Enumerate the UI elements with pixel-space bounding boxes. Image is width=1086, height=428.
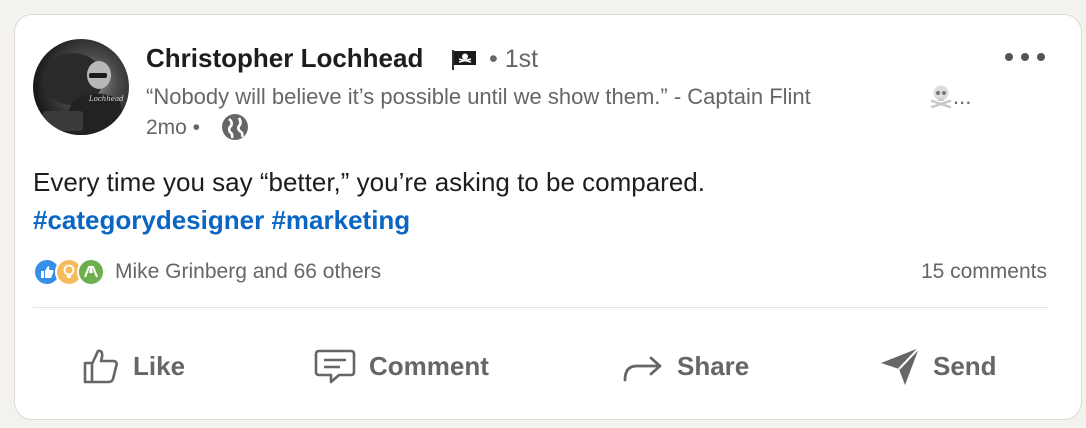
- skull-crossbones-icon: [930, 85, 952, 108]
- connection-degree: • 1st: [489, 45, 539, 73]
- globe-icon: [222, 114, 248, 140]
- reactions-summary[interactable]: Mike Grinberg and 66 others: [33, 257, 381, 287]
- more-options-button[interactable]: [1001, 45, 1049, 69]
- send-label: Send: [933, 350, 997, 381]
- hashtag-link[interactable]: #marketing: [271, 205, 410, 235]
- share-label: Share: [677, 350, 750, 381]
- headline-ellipsis: ...: [953, 84, 972, 109]
- post-time: 2mo •: [146, 116, 201, 139]
- send-icon: [881, 347, 920, 385]
- celebrate-reaction-icon: [77, 258, 105, 286]
- send-button[interactable]: Send: [879, 341, 997, 391]
- comment-icon: [314, 349, 356, 384]
- share-arrow-icon: [623, 356, 662, 382]
- pirate-flag-icon: [452, 50, 476, 70]
- like-button[interactable]: Like: [81, 341, 185, 391]
- comments-count[interactable]: 15 comments: [921, 260, 1047, 284]
- author-avatar[interactable]: Lochhead: [33, 39, 129, 135]
- share-button[interactable]: Share: [621, 341, 749, 391]
- comment-label: Comment: [369, 350, 489, 381]
- hashtag-link[interactable]: #categorydesigner: [33, 205, 264, 235]
- divider: [33, 307, 1048, 308]
- author-headline: “Nobody will believe it’s possible until…: [146, 84, 811, 109]
- post-hashtags: #categorydesigner #marketing: [33, 205, 410, 236]
- author-name[interactable]: Christopher Lochhead: [146, 43, 423, 74]
- svg-text:Lochhead: Lochhead: [88, 95, 124, 103]
- thumbs-up-icon: [83, 349, 118, 384]
- comment-button[interactable]: Comment: [313, 341, 489, 391]
- more-horizontal-icon: [1005, 53, 1045, 61]
- post-card: Lochhead Christopher Lochhead • 1st “Nob…: [14, 14, 1082, 420]
- reactions-text: Mike Grinberg and 66 others: [115, 260, 382, 283]
- post-body: Every time you say “better,” you’re aski…: [33, 167, 705, 197]
- like-label: Like: [133, 350, 186, 381]
